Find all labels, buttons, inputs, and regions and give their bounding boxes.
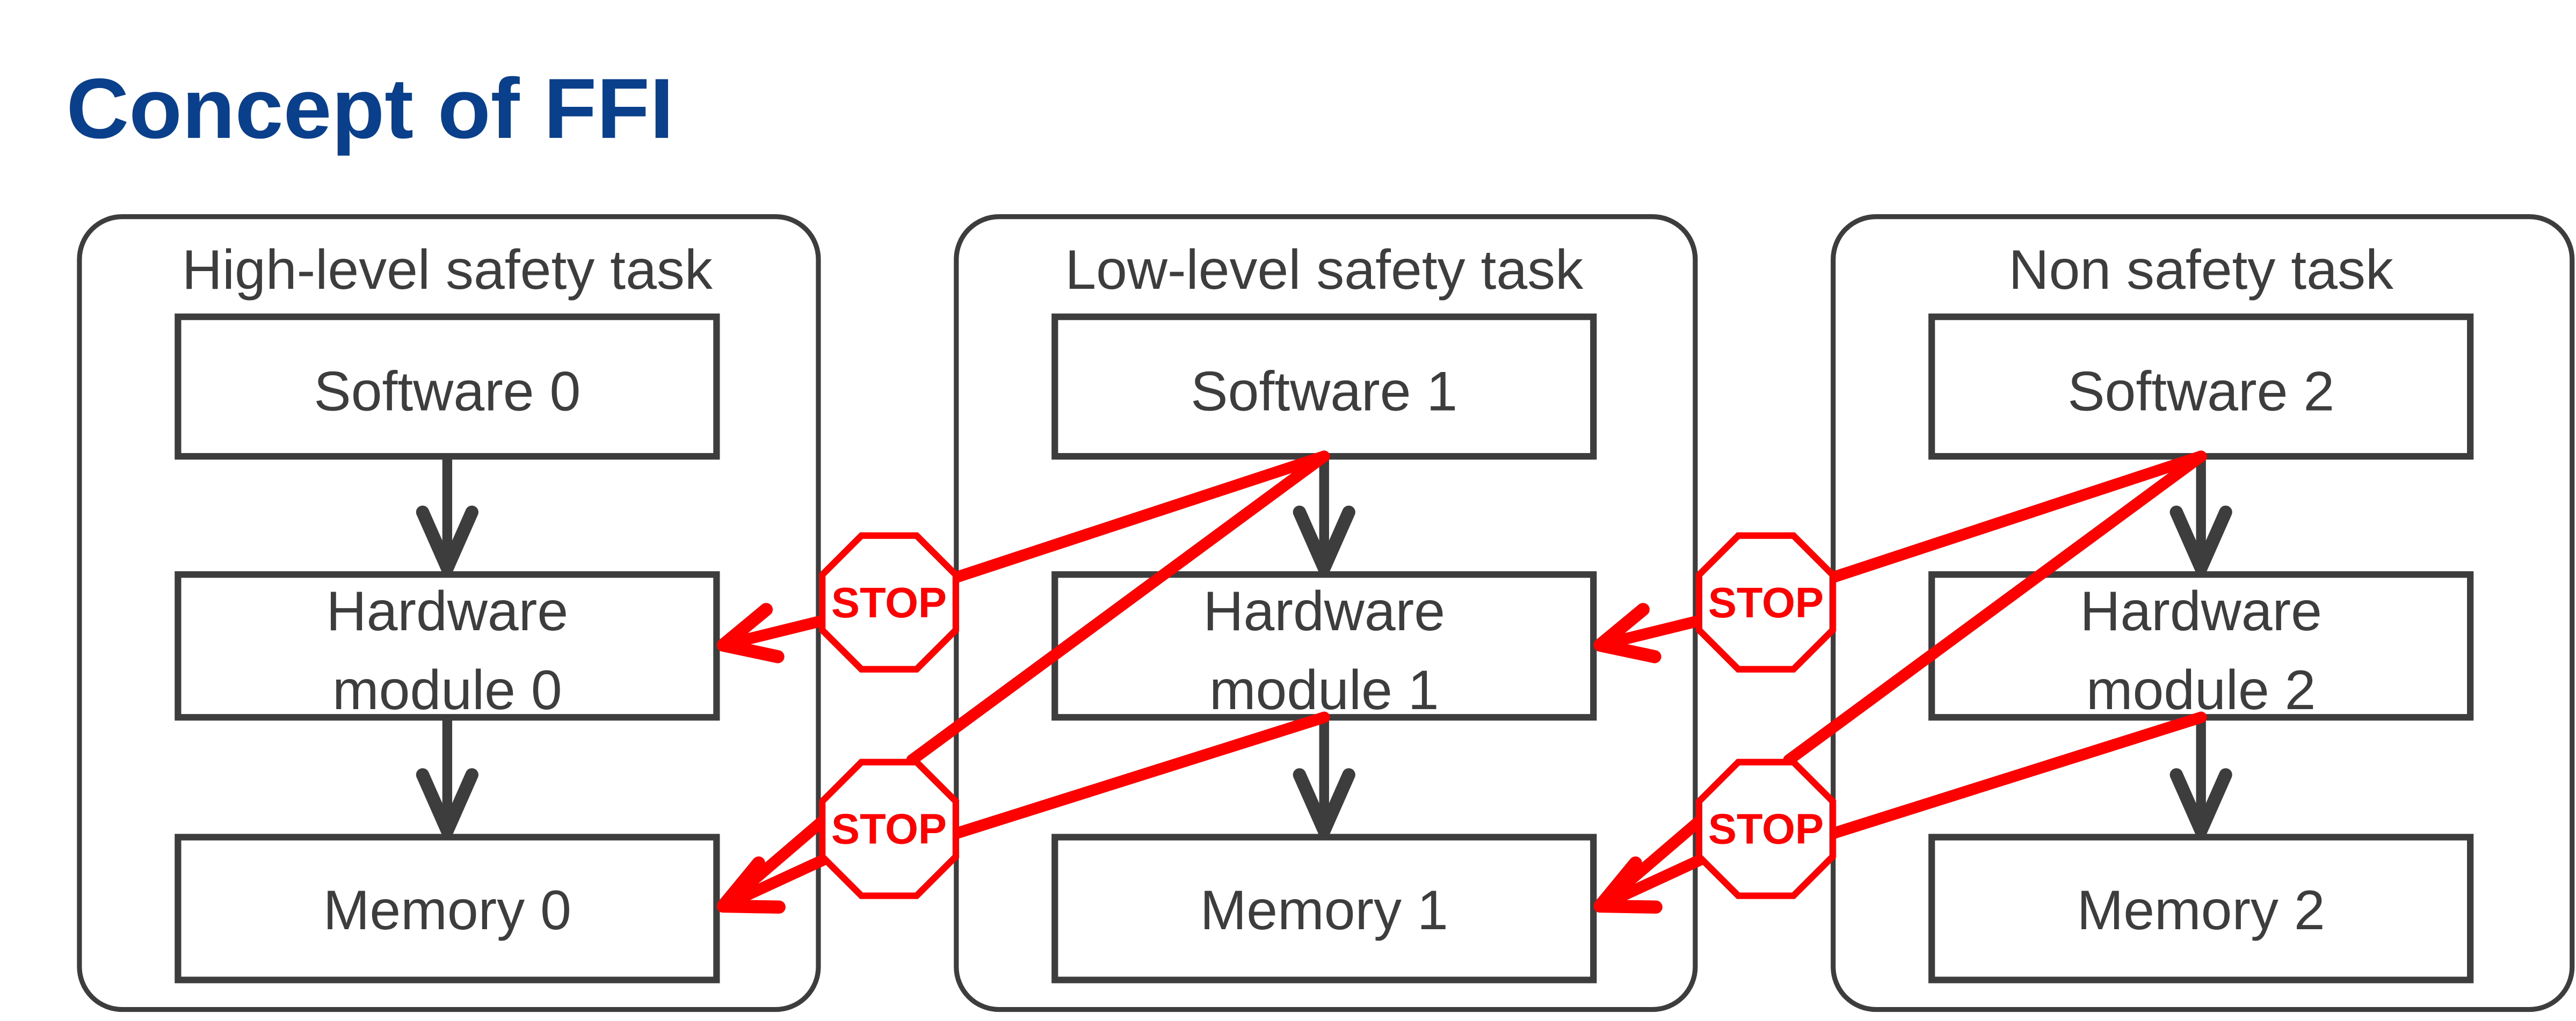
memory-label: Memory 0 [323, 879, 571, 942]
memory-label: Memory 1 [1200, 879, 1448, 942]
panel-1: Low-level safety taskSoftware 1Hardwarem… [954, 214, 1698, 1012]
stop-sign-icon: STOP [818, 759, 960, 899]
interference-arrow [716, 603, 829, 663]
software-label: Software 0 [314, 360, 580, 422]
stop-sign-icon: STOP [818, 532, 960, 673]
interference-arrow [949, 711, 1330, 840]
panel-2: Non safety taskSoftware 2Hardwaremodule … [1831, 214, 2575, 1012]
stop-label: STOP [831, 579, 947, 626]
stop-label: STOP [831, 805, 947, 853]
stop-label: STOP [1708, 805, 1824, 853]
ffi-diagram: Concept of FFI High-level safety task Sof… [66, 61, 2575, 1012]
panel-title: High-level safety task [182, 239, 713, 301]
interference-arrow [1825, 711, 2207, 840]
stop-label: STOP [1708, 579, 1824, 626]
interference-arrow [1593, 603, 1706, 663]
software-label: Software 2 [2067, 360, 2334, 422]
flow-arrow [1293, 717, 1355, 837]
stop-sign-icon: STOP [1695, 759, 1836, 899]
hardware-label-line1: Hardware [326, 580, 569, 643]
flow-arrow [416, 717, 478, 837]
flow-arrow [416, 456, 478, 575]
hardware-label-line1: Hardware [2080, 580, 2322, 643]
panel-0: High-level safety task Software 0 Hardware… [77, 214, 821, 1012]
panel-title: Non safety task [2008, 239, 2393, 301]
memory-label: Memory 2 [2077, 879, 2325, 942]
software-label: Software 1 [1191, 360, 1457, 422]
stop-sign-icon: STOP [1695, 532, 1836, 673]
panel-title: Low-level safety task [1065, 239, 1584, 301]
hardware-label-line1: Hardware [1203, 580, 1445, 643]
interference-arrow [949, 450, 1330, 584]
page-title: Concept of FFI [66, 61, 673, 156]
hardware-label-line2: module 0 [332, 659, 562, 721]
interference-arrow [1825, 450, 2207, 584]
flow-arrow [2169, 717, 2232, 837]
